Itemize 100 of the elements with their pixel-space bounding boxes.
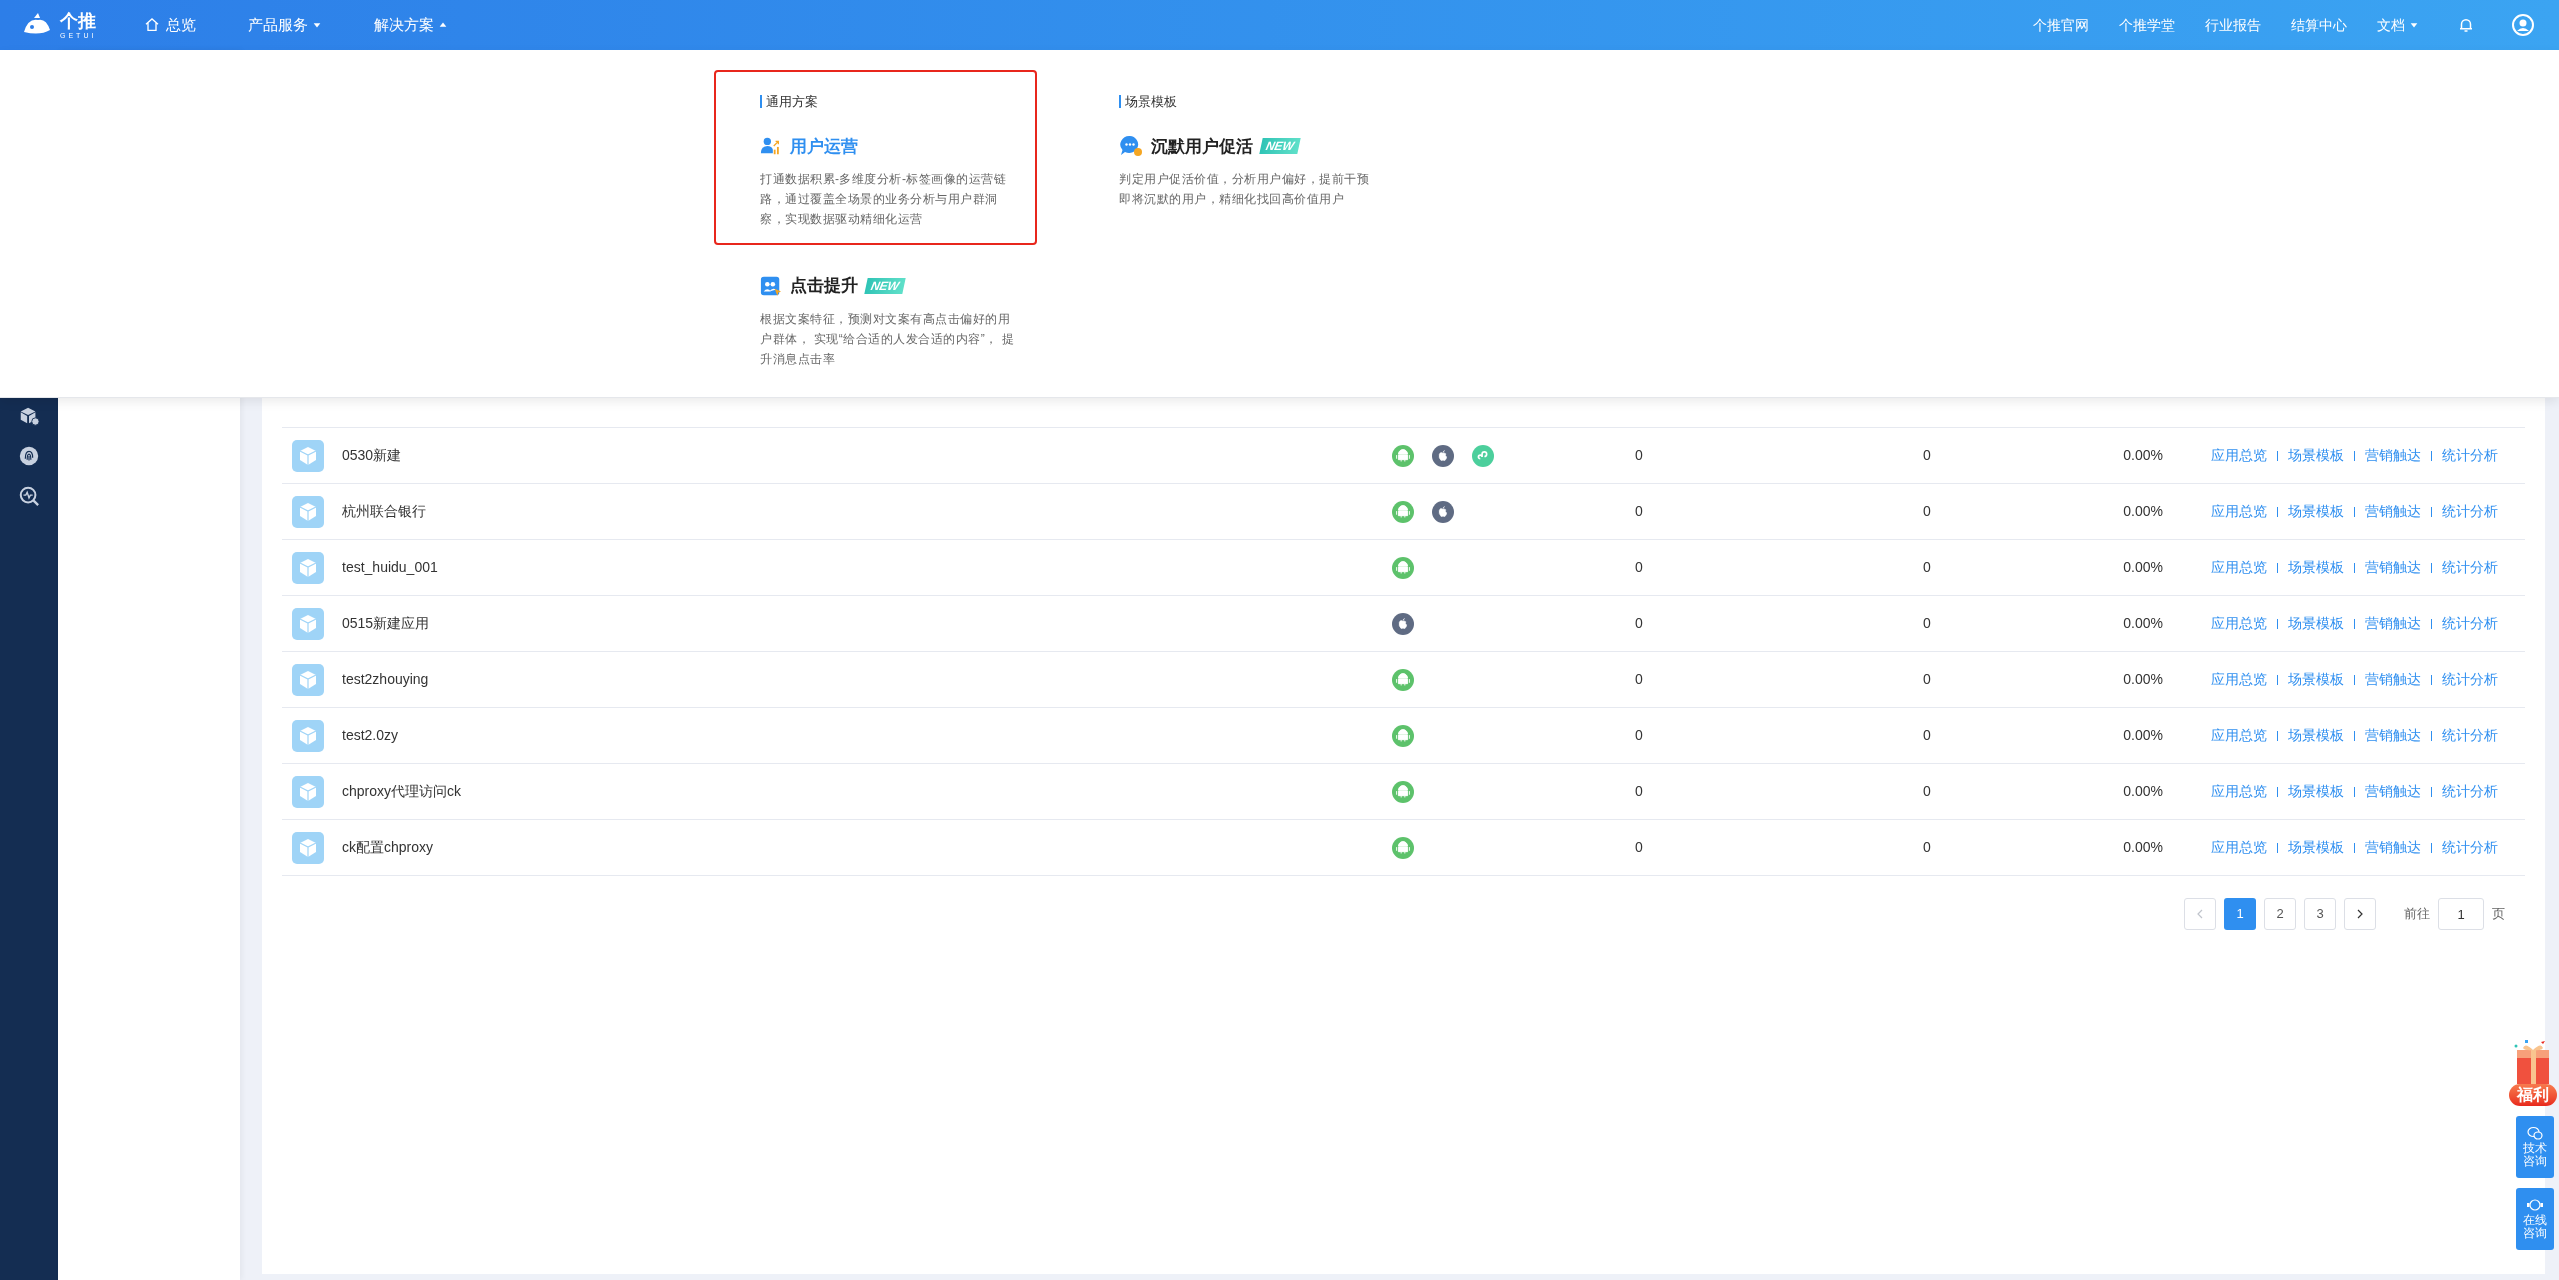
goto-label: 前往 [2404, 905, 2430, 924]
search-analytics-icon [18, 485, 40, 507]
solution-description: 打通数据积累-多维度分析-标签画像的运营链路，通过覆盖全场景的业务分析与用户群洞察，实现数据驱动精细化运营 [760, 171, 1008, 228]
action-link[interactable]: 应用总览 [2211, 781, 2267, 802]
app-cube-icon [292, 495, 324, 528]
page-button[interactable]: 3 [2304, 898, 2336, 930]
nav-item[interactable]: 文档 [2377, 14, 2419, 36]
action-link[interactable]: 营销触达 [2365, 613, 2421, 634]
action-link[interactable]: 统计分析 [2442, 613, 2498, 634]
action-link[interactable]: 营销触达 [2365, 557, 2421, 578]
action-link[interactable]: 营销触达 [2365, 837, 2421, 858]
table-cell: 0 [1635, 839, 1643, 855]
nav-item[interactable]: 行业报告 [2205, 14, 2261, 36]
nav-item[interactable]: 产品服务 [248, 13, 323, 37]
next-page-button[interactable] [2344, 898, 2376, 930]
action-link[interactable]: 营销触达 [2365, 725, 2421, 746]
action-link[interactable]: 营销触达 [2365, 669, 2421, 690]
table-cell: 0 [1635, 783, 1643, 799]
nav-item[interactable]: 个推官网 [2033, 14, 2089, 36]
action-link[interactable]: 场景模板 [2288, 725, 2344, 746]
table-cell-text: 0.00% [2123, 782, 2163, 801]
table-cell: 0 [1635, 727, 1643, 743]
link-icon [1472, 444, 1494, 467]
action-link[interactable]: 场景模板 [2288, 445, 2344, 466]
solution-description: 根据文案特征，预测对文案有高点击偏好的用户群体， 实现“给合适的人发合适的内容”， 提升消息点击率 [760, 310, 1016, 368]
previous-page-button[interactable] [2184, 898, 2216, 930]
app-name[interactable]: test2.0zy [342, 725, 399, 746]
action-link[interactable]: 应用总览 [2211, 501, 2267, 522]
solution-title: 用户运营 [790, 135, 858, 158]
table-cell: 0 [1923, 615, 1931, 631]
action-link[interactable]: 营销触达 [2365, 501, 2421, 522]
app-cube-icon [292, 775, 324, 808]
app-name[interactable]: 杭州联合银行 [342, 501, 426, 522]
action-link[interactable]: 统计分析 [2442, 445, 2498, 466]
nav-item[interactable]: 总览 [144, 13, 197, 37]
android-icon [1392, 668, 1414, 691]
action-link[interactable]: 应用总览 [2211, 445, 2267, 466]
solution-card[interactable]: 通用方案 用户运营 打通数据积累-多维度分析-标签画像的运营链路，通过覆盖全场景的业务分析与用户群洞察，实现数据驱动精细化运营 [714, 70, 1037, 245]
action-link[interactable]: 营销触达 [2365, 445, 2421, 466]
consult-button[interactable]: 技术咨询 [2516, 1116, 2554, 1178]
new-badge: NEW [864, 277, 906, 294]
app-name[interactable]: test_huidu_001 [342, 557, 438, 578]
headset-icon [2526, 1198, 2544, 1212]
action-link[interactable]: 场景模板 [2288, 837, 2344, 858]
table-cell-text: 0.00% [2123, 558, 2163, 577]
table-cell: 0 [1923, 783, 1931, 799]
logo-text: 个推 [60, 11, 97, 30]
action-link[interactable]: 应用总览 [2211, 613, 2267, 634]
action-link[interactable]: 统计分析 [2442, 781, 2498, 802]
table-cell: 0 [1635, 559, 1643, 575]
page-button[interactable]: 2 [2264, 898, 2296, 930]
action-link[interactable]: 统计分析 [2442, 669, 2498, 690]
table-cell: 0 [1923, 727, 1931, 743]
action-link[interactable]: 营销触达 [2365, 781, 2421, 802]
table-cell: 0 [1635, 615, 1643, 631]
android-icon [1392, 444, 1414, 467]
apple-icon [1432, 444, 1454, 467]
action-link[interactable]: 统计分析 [2442, 837, 2498, 858]
app-name[interactable]: test2zhouying [342, 669, 429, 690]
app-name[interactable]: 0530新建 [342, 445, 402, 466]
page-button[interactable]: 1 [2224, 898, 2256, 930]
android-icon [1392, 836, 1414, 859]
table-cell-text: 0.00% [2123, 670, 2163, 689]
consult-button[interactable]: 在线咨询 [2516, 1188, 2554, 1250]
table-cell-text: 0.00% [2123, 614, 2163, 633]
app-name[interactable]: ck配置chproxy [342, 837, 434, 858]
action-link[interactable]: 统计分析 [2442, 501, 2498, 522]
action-link[interactable]: 场景模板 [2288, 557, 2344, 578]
section-heading: 通用方案 [766, 93, 818, 111]
nav-item[interactable]: 解决方案 [374, 13, 449, 37]
wechat-icon [2527, 1126, 2543, 1140]
solution-card[interactable]: 点击提升 NEW 根据文案特征，预测对文案有高点击偏好的用户群体， 实现“给合适的人发合适的内容”， 提升消息点击率 [714, 267, 1037, 385]
app-name[interactable]: chproxy代理访问ck [342, 781, 462, 802]
nav-item[interactable]: 结算中心 [2291, 14, 2347, 36]
action-link[interactable]: 统计分析 [2442, 557, 2498, 578]
gift-widget[interactable]: 福利 [2509, 1040, 2557, 1106]
action-link[interactable]: 场景模板 [2288, 613, 2344, 634]
nav-item[interactable]: 个推学堂 [2119, 14, 2175, 36]
action-link[interactable]: 应用总览 [2211, 725, 2267, 746]
page-number-field[interactable]: 1 [2438, 898, 2484, 930]
user-account-icon [2511, 13, 2535, 37]
table-cell-text: 0.00% [2123, 502, 2163, 521]
gift-label: 福利 [2509, 1084, 2557, 1106]
solution-card[interactable]: 场景模板 沉默用户促活 NEW 判定用户促活价值，分析用户偏好，提前干预即将沉默的用户，精细化找回高价值用户 [1073, 70, 1396, 225]
action-link[interactable]: 场景模板 [2288, 781, 2344, 802]
package-icon [18, 405, 40, 427]
action-link[interactable]: 场景模板 [2288, 501, 2344, 522]
action-link[interactable]: 统计分析 [2442, 725, 2498, 746]
fingerprint-icon [18, 445, 40, 467]
android-icon [1392, 780, 1414, 803]
app-name[interactable]: 0515新建应用 [342, 613, 430, 634]
action-link[interactable]: 应用总览 [2211, 837, 2267, 858]
action-link[interactable]: 应用总览 [2211, 557, 2267, 578]
app-cube-icon [292, 551, 324, 584]
app-cube-icon [292, 663, 324, 696]
action-link[interactable]: 应用总览 [2211, 669, 2267, 690]
table-cell: 0 [1635, 447, 1643, 463]
action-link[interactable]: 场景模板 [2288, 669, 2344, 690]
table-cell: 0 [1635, 503, 1643, 519]
android-icon [1392, 500, 1414, 523]
